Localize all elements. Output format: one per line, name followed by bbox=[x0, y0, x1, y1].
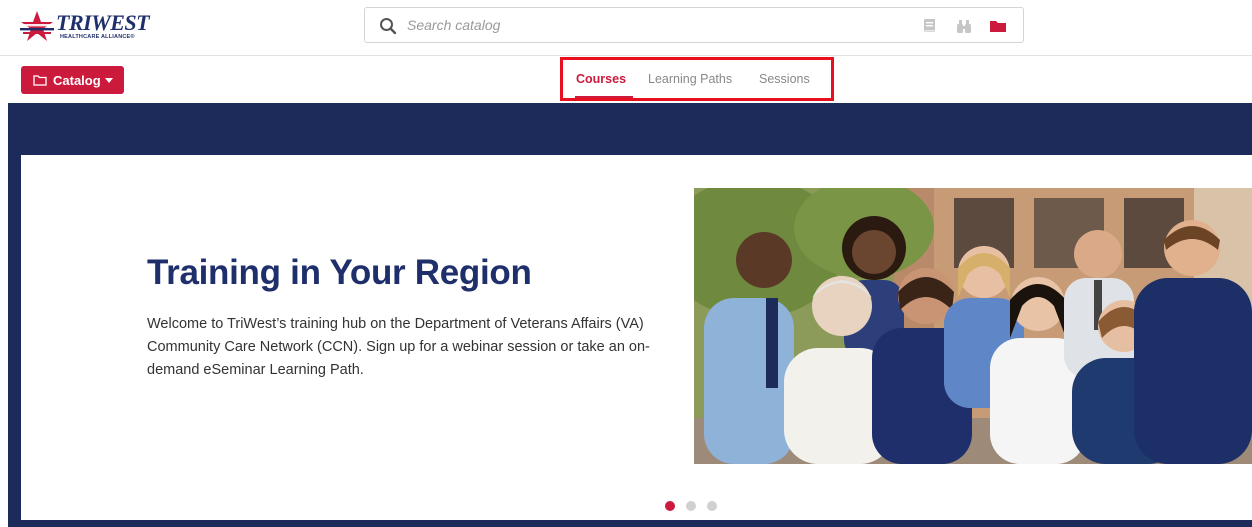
carousel-dot-1[interactable] bbox=[665, 501, 675, 511]
catalog-tabs: Courses Learning Paths Sessions bbox=[560, 57, 834, 101]
hero-carousel-card: Training in Your Region Welcome to TriWe… bbox=[21, 155, 1252, 520]
active-tab-indicator bbox=[575, 96, 633, 98]
carousel-dot-3[interactable] bbox=[707, 501, 717, 511]
hero-band-edge bbox=[0, 103, 8, 527]
hero-description: Welcome to TriWest’s training hub on the… bbox=[147, 316, 650, 378]
folder-icon[interactable] bbox=[989, 17, 1007, 35]
catalog-button-label: Catalog bbox=[53, 72, 101, 88]
tab-sessions[interactable]: Sessions bbox=[759, 72, 810, 86]
hero-title: Training in Your Region bbox=[147, 253, 532, 292]
catalog-button[interactable]: Catalog bbox=[21, 66, 124, 94]
search-icon[interactable] bbox=[379, 17, 397, 35]
carousel-dot-2[interactable] bbox=[686, 501, 696, 511]
caret-down-icon bbox=[104, 77, 113, 83]
tab-courses[interactable]: Courses bbox=[576, 72, 626, 86]
sub-navigation-bar: Catalog Courses Learning Paths Sessions bbox=[0, 57, 1252, 103]
logo-wordmark: TRIWEST bbox=[56, 10, 150, 35]
logo-tagline: HEALTHCARE ALLIANCE® bbox=[60, 34, 135, 40]
star-logo-icon bbox=[20, 11, 54, 41]
tab-learning-paths[interactable]: Learning Paths bbox=[648, 72, 732, 86]
folder-outline-icon bbox=[33, 74, 47, 86]
search-input[interactable] bbox=[407, 14, 887, 36]
hero-photo-healthcare-team bbox=[694, 188, 1252, 464]
search-box[interactable] bbox=[364, 7, 1024, 43]
book-icon[interactable] bbox=[921, 17, 939, 35]
carousel-indicators bbox=[665, 501, 725, 513]
binoculars-icon[interactable] bbox=[955, 17, 973, 35]
triwest-logo[interactable]: TRIWEST HEALTHCARE ALLIANCE® bbox=[20, 8, 150, 44]
top-bar: TRIWEST HEALTHCARE ALLIANCE® bbox=[0, 0, 1252, 56]
